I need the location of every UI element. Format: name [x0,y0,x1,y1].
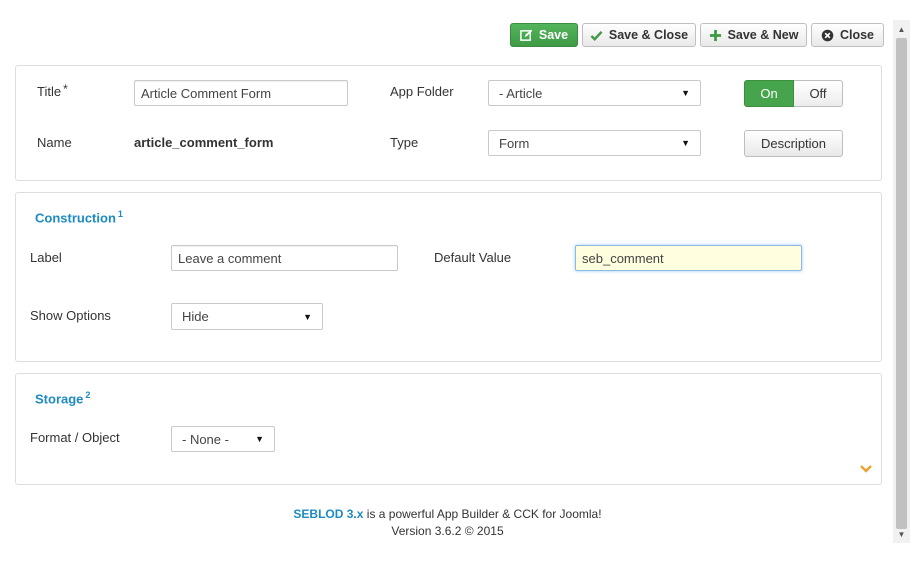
close-circle-icon [821,29,834,42]
close-button[interactable]: Close [811,23,884,47]
label-input[interactable] [171,245,398,271]
footer-version: Version 3.6.2 © 2015 [391,524,504,538]
storage-title: Storage 2 [35,390,91,407]
save-close-label: Save & Close [608,28,689,42]
plus-icon [709,29,722,42]
scroll-down-icon[interactable]: ▼ [893,527,910,541]
save-new-label: Save & New [727,28,799,42]
format-object-value: - None - [182,431,229,447]
construction-title: Construction 1 [35,209,123,226]
save-new-button[interactable]: Save & New [700,23,807,47]
dropdown-arrow-icon: ▼ [681,88,690,98]
footer-tagline: SEBLOD 3.x is a powerful App Builder & C… [0,507,895,521]
format-object-select[interactable]: - None - ▼ [171,426,275,452]
dropdown-arrow-icon: ▼ [681,138,690,148]
edit-icon [520,29,533,42]
show-options-value: Hide [182,309,209,324]
type-value: Form [499,135,530,151]
required-mark: * [63,82,68,96]
type-label: Type [390,135,419,150]
status-toggle: On Off [744,80,843,107]
save-label: Save [538,28,569,42]
scrollbar[interactable]: ▲ ▼ [893,20,910,543]
default-value-input[interactable] [575,245,802,271]
scrollbar-thumb[interactable] [896,38,907,529]
save-close-button[interactable]: Save & Close [582,23,696,47]
title-input[interactable] [134,80,348,106]
name-label: Name [37,135,72,150]
show-options-select[interactable]: Hide ▼ [171,303,323,330]
default-value-label: Default Value [434,250,512,265]
construction-footnote: 1 [117,209,123,219]
label-label: Label [30,250,62,265]
toggle-on-button[interactable]: On [744,80,794,107]
description-button[interactable]: Description [744,130,843,157]
save-button[interactable]: Save [510,23,578,47]
name-value: article_comment_form [134,135,274,150]
chevron-down-icon[interactable] [860,463,872,475]
close-label: Close [839,28,875,42]
app-folder-value: - Article [499,85,543,101]
construction-panel [15,192,882,362]
storage-panel [15,373,882,485]
type-select[interactable]: Form ▼ [488,130,701,156]
check-icon [590,29,603,42]
footer-brand-link[interactable]: SEBLOD 3.x [293,507,363,521]
toggle-off-button[interactable]: Off [794,80,843,107]
show-options-label: Show Options [30,308,111,323]
format-object-label: Format / Object [30,430,120,445]
title-label: Title * [37,82,68,99]
storage-footnote: 2 [85,390,91,400]
dropdown-arrow-icon: ▼ [303,311,312,322]
footer-tagline-text: is a powerful App Builder & CCK for Joom… [363,507,602,521]
app-folder-label: App Folder [390,84,454,99]
dropdown-arrow-icon: ▼ [255,434,264,444]
app-folder-select[interactable]: - Article ▼ [488,80,701,106]
scroll-up-icon[interactable]: ▲ [893,22,910,36]
